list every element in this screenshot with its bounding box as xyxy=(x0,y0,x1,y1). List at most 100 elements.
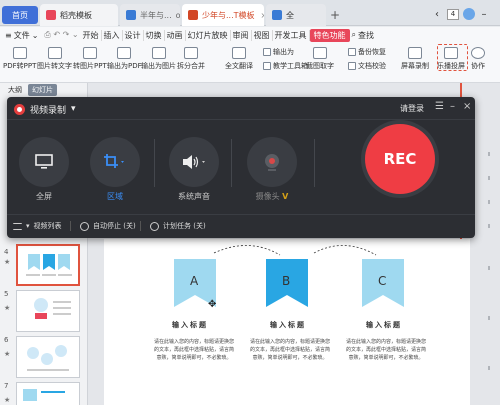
hamburger-icon: ≡ xyxy=(5,30,12,40)
webcam-icon xyxy=(265,154,279,171)
chevron-down-icon: ▾ xyxy=(26,222,30,230)
flag-label-c: C xyxy=(378,274,387,288)
menu-item-slideshow[interactable]: 幻灯片放映 xyxy=(186,29,231,41)
close-icon[interactable]: × xyxy=(463,101,471,112)
flag-label-b: B xyxy=(282,274,291,288)
column-title[interactable]: 输入标题 xyxy=(366,320,402,330)
region-label: 区域 xyxy=(107,192,123,201)
tab-presentation[interactable]: 少年与...T模板 × xyxy=(182,4,264,26)
file-menu[interactable]: ≡ 文件 ⌄ xyxy=(0,30,42,41)
slide-thumbnail[interactable] xyxy=(16,244,80,286)
docer-icon xyxy=(46,10,56,20)
animation-star-icon: ★ xyxy=(4,304,11,312)
login-link[interactable]: 请登录 xyxy=(400,103,424,114)
image-text-icon xyxy=(47,47,62,59)
recorder-logo-icon xyxy=(14,103,25,115)
outline-slides-toggle: 大纲 幻灯片 xyxy=(0,83,88,97)
animation-star-icon: ★ xyxy=(4,350,11,358)
to-img-ppt-label: 转图片PPT xyxy=(73,62,107,70)
screen-record-label: 屏幕录制 xyxy=(401,62,429,70)
window-count-badge[interactable]: 4 xyxy=(447,9,459,20)
screen-record-icon xyxy=(408,47,422,59)
minimize-icon[interactable]: – xyxy=(478,6,490,22)
column-title[interactable]: 输入标题 xyxy=(270,320,306,330)
auto-stop-button[interactable]: 自动停止 (关) xyxy=(80,221,136,231)
thumbnail-preview xyxy=(34,298,71,319)
tab-label: 稻壳模板 xyxy=(60,10,92,20)
img-to-text-button[interactable]: 图片转文字 xyxy=(37,47,72,71)
divider xyxy=(7,119,475,120)
export-as-icon xyxy=(263,48,271,56)
split-merge-button[interactable]: 拆分合并 xyxy=(177,47,205,71)
tab-label: 少年与...T模板 xyxy=(202,10,255,20)
menu-item-devtools[interactable]: 开发工具 xyxy=(273,29,310,41)
monitor-icon xyxy=(35,154,53,169)
screenshot-button[interactable]: 截图取字 xyxy=(306,47,334,71)
avatar[interactable] xyxy=(462,6,476,22)
screen-record-button[interactable]: 屏幕录制 xyxy=(401,47,429,71)
outline-tab[interactable]: 大纲 xyxy=(8,85,22,95)
search-menu[interactable]: ⌕ 查找 xyxy=(350,30,376,41)
video-recorder-window: 视频录制 ▾ 请登录 ☰ – × 全屏 区域 系统声音 摄像头 V REC ▾ 视… xyxy=(7,97,475,238)
fullscreen-button[interactable] xyxy=(19,137,69,187)
thumb-number: 6 xyxy=(4,336,9,344)
new-tab-button[interactable]: + xyxy=(328,4,342,26)
divider xyxy=(7,214,475,215)
menu-item-view[interactable]: 视图 xyxy=(252,29,273,41)
record-button[interactable]: REC xyxy=(365,124,435,194)
schedule-button[interactable]: 计划任务 (关) xyxy=(150,221,206,231)
word-doc-icon xyxy=(272,10,282,20)
tab-home[interactable]: 首页 xyxy=(2,6,38,24)
menu-item-transition[interactable]: 切换 xyxy=(144,29,165,41)
menu-item-insert[interactable]: 插入 xyxy=(102,29,123,41)
teach-tools-button[interactable]: 教学工具箱 xyxy=(263,61,308,71)
export-pdf-button[interactable]: 输出为PDF xyxy=(107,47,142,71)
quick-access-icons[interactable]: ⎙ ↶ ↷ ⌄ xyxy=(42,30,80,40)
translate-button[interactable]: 全文翻译 xyxy=(225,47,253,71)
backup-button[interactable]: 备份恢复 xyxy=(348,47,386,57)
menu-item-start[interactable]: 开始 xyxy=(81,29,102,41)
slides-tab[interactable]: 幻灯片 xyxy=(28,84,57,96)
split-merge-icon xyxy=(184,47,198,59)
back-icon[interactable]: ‹ xyxy=(430,6,444,22)
minimize-icon[interactable]: – xyxy=(450,101,455,112)
tab-docer-template[interactable]: 稻壳模板 xyxy=(40,4,118,26)
column-body[interactable]: 请在此输入您的内容，标题请更换您的文本，再此框中选择粘贴，请言简意赅，简单说明即… xyxy=(250,338,330,362)
slide-thumbnail[interactable] xyxy=(16,290,80,332)
vip-badge-icon: V xyxy=(282,192,289,201)
column-title[interactable]: 输入标题 xyxy=(172,320,208,330)
menu-item-design[interactable]: 设计 xyxy=(123,29,144,41)
menu-item-features[interactable]: 特色功能 xyxy=(309,28,350,42)
export-pdf-label: 输出为PDF xyxy=(107,62,142,70)
menu-icon[interactable]: ☰ xyxy=(435,101,444,112)
camera-button[interactable] xyxy=(247,137,297,187)
column-body[interactable]: 请在此输入您的内容，标题请更换您的文本，再此框中选择粘贴，请言简意赅，简单说明即… xyxy=(154,338,234,362)
menu-item-animation[interactable]: 动画 xyxy=(165,29,186,41)
teach-tools-label: 教学工具箱 xyxy=(273,62,308,70)
slide-thumbnail[interactable] xyxy=(16,336,80,378)
vertical-scrollbar[interactable] xyxy=(484,96,494,405)
column-body[interactable]: 请在此输入您的内容，标题请更换您的文本，再此框中选择粘贴，请言简意赅，简单说明即… xyxy=(346,338,426,362)
chevron-down-icon[interactable]: ▾ xyxy=(71,104,76,114)
image-ppt-icon xyxy=(82,47,97,59)
pdf-to-ppt-button[interactable]: PDF转PPT xyxy=(3,47,36,71)
collab-button[interactable]: 协作 xyxy=(471,47,485,71)
video-list-button[interactable]: ▾ 视频列表 xyxy=(13,221,62,231)
menu-item-review[interactable]: 审阅 xyxy=(231,29,252,41)
close-tab-icon[interactable]: × xyxy=(261,11,264,20)
slide-canvas[interactable]: A B C ✥ 输入标题 输入标题 输入标题 请在此输入您的内容，标题请更换您的… xyxy=(104,239,470,405)
recorder-title[interactable]: 视频录制 xyxy=(30,103,66,116)
system-sound-button[interactable] xyxy=(169,137,219,187)
doc-check-button[interactable]: 文档校验 xyxy=(348,61,386,71)
tab-document[interactable]: 半年与...ocx xyxy=(120,4,180,26)
schedule-label: 计划任务 (关) xyxy=(163,222,206,230)
tab-other[interactable]: 全 xyxy=(266,4,326,26)
divider xyxy=(314,139,315,187)
speaker-icon xyxy=(183,155,205,169)
search-label: 查找 xyxy=(358,30,375,40)
export-as-button[interactable]: 输出为 xyxy=(263,47,294,57)
export-img-button[interactable]: 输出为图片 xyxy=(141,47,176,71)
region-button[interactable] xyxy=(90,137,140,187)
to-img-ppt-button[interactable]: 转图片PPT xyxy=(73,47,107,71)
slide-thumbnail[interactable] xyxy=(16,382,80,405)
